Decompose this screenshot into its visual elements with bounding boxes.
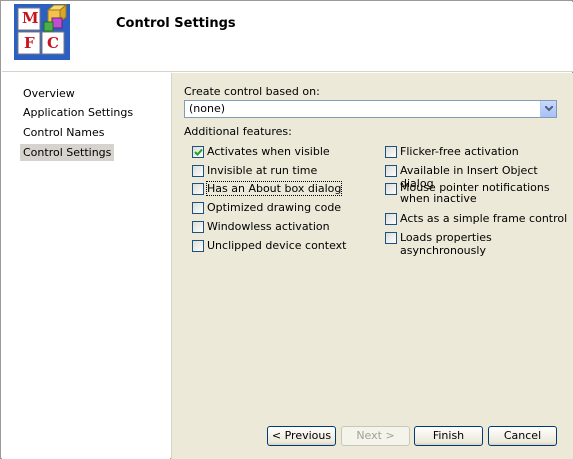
logo-letter-f: F <box>24 34 35 52</box>
feature-optimized-drawing[interactable]: Optimized drawing code <box>192 201 341 214</box>
cancel-button[interactable]: Cancel <box>488 426 557 446</box>
checkbox[interactable] <box>192 202 204 214</box>
feature-has-about-box[interactable]: Has an About box dialog <box>192 181 343 196</box>
logo-letter-m: M <box>22 9 39 27</box>
checkbox[interactable] <box>385 165 397 177</box>
feature-mouse-pointer-notifications[interactable]: Mouse pointer notifications when inactiv… <box>385 182 555 204</box>
base-control-combo[interactable]: (none) <box>184 100 557 118</box>
feature-label: Flicker-free activation <box>400 145 519 158</box>
checkbox[interactable] <box>385 213 397 225</box>
additional-features-label: Additional features: <box>184 125 292 138</box>
feature-loads-properties-async[interactable]: Loads properties asynchronously <box>385 231 573 257</box>
checkbox[interactable] <box>192 165 204 177</box>
chevron-down-icon[interactable] <box>540 101 556 117</box>
mfc-logo: M F C <box>14 3 70 60</box>
checkbox[interactable] <box>192 221 204 233</box>
feature-invisible-at-run-time[interactable]: Invisible at run time <box>192 164 317 177</box>
feature-label: Activates when visible <box>207 145 330 158</box>
feature-label: Mouse pointer notifications when inactiv… <box>400 181 550 205</box>
checkbox[interactable] <box>385 146 397 158</box>
previous-button[interactable]: < Previous <box>267 426 336 446</box>
create-control-label: Create control based on: <box>184 85 320 98</box>
wizard-window: M F C Control Settings Overview Applicat… <box>0 0 573 459</box>
feature-label: Optimized drawing code <box>207 201 342 214</box>
page-title: Control Settings <box>116 16 236 31</box>
feature-label: Acts as a simple frame control <box>400 212 568 225</box>
settings-panel: Create control based on: (none) Addition… <box>171 73 573 459</box>
checkbox[interactable] <box>192 240 204 252</box>
next-button[interactable]: Next > <box>341 426 410 446</box>
checkbox[interactable] <box>192 146 204 158</box>
finish-button[interactable]: Finish <box>414 426 483 446</box>
feature-label: Loads properties asynchronously <box>400 231 492 257</box>
sidebar-item-overview[interactable]: Overview <box>20 85 78 102</box>
logo-letter-c: C <box>47 34 59 52</box>
sidebar-item-control-names[interactable]: Control Names <box>20 124 107 141</box>
feature-label: Windowless activation <box>207 220 330 233</box>
feature-simple-frame-control[interactable]: Acts as a simple frame control <box>385 212 567 225</box>
feature-windowless-activation[interactable]: Windowless activation <box>192 220 330 233</box>
checkbox[interactable] <box>192 183 204 195</box>
feature-label: Invisible at run time <box>207 164 318 177</box>
feature-flicker-free-activation[interactable]: Flicker-free activation <box>385 145 519 158</box>
feature-label: Unclipped device context <box>207 239 347 252</box>
feature-unclipped-device-context[interactable]: Unclipped device context <box>192 239 346 252</box>
feature-label: Has an About box dialog <box>205 181 343 196</box>
sidebar-item-application-settings[interactable]: Application Settings <box>20 104 136 121</box>
wizard-sidebar: Overview Application Settings Control Na… <box>2 73 170 459</box>
sidebar-item-control-settings[interactable]: Control Settings <box>20 144 115 161</box>
feature-activates-when-visible[interactable]: Activates when visible <box>192 145 330 158</box>
combo-value: (none) <box>189 102 226 115</box>
checkbox[interactable] <box>385 232 397 244</box>
wizard-header: M F C Control Settings <box>2 2 573 72</box>
checkbox[interactable] <box>385 183 397 195</box>
